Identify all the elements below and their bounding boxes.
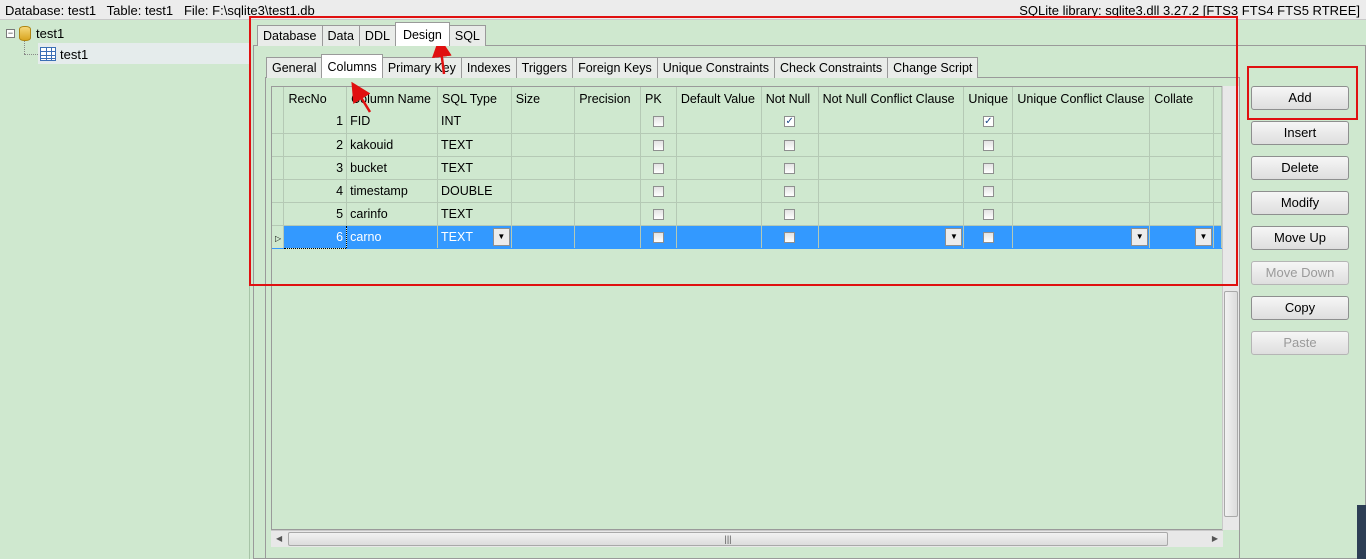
table-icon	[40, 47, 56, 61]
paste-button[interactable]: Paste	[1251, 331, 1349, 355]
insert-button[interactable]: Insert	[1251, 121, 1349, 145]
grid-horizontal-scrollbar[interactable]: ◀ ||| ▶	[271, 530, 1223, 547]
horizontal-scroll-thumb[interactable]: |||	[288, 532, 1168, 546]
collapse-icon[interactable]: −	[6, 28, 15, 38]
database-tree	[0, 20, 250, 559]
move-up-button[interactable]: Move Up	[1251, 226, 1349, 250]
vertical-scroll-thumb[interactable]	[1224, 291, 1238, 517]
copy-button[interactable]: Copy	[1251, 296, 1349, 320]
tab-design[interactable]: Design	[394, 22, 450, 46]
annotation-box-add	[1247, 66, 1358, 120]
tree-node-database-label: test1	[36, 25, 65, 41]
window-edge	[1357, 505, 1366, 559]
scroll-right-icon[interactable]: ▶	[1212, 534, 1218, 543]
arrow-to-columns-tab	[351, 81, 372, 113]
move-down-button[interactable]: Move Down	[1251, 261, 1349, 285]
scroll-left-icon[interactable]: ◀	[276, 534, 282, 543]
tree-node-table[interactable]: test1	[40, 44, 88, 64]
tree-node-database[interactable]: − test1	[6, 23, 64, 43]
tree-connector-line	[24, 54, 38, 55]
tab-columns[interactable]: Columns	[321, 54, 383, 78]
database-icon	[19, 25, 31, 41]
delete-button[interactable]: Delete	[1251, 156, 1349, 180]
tree-node-table-label: test1	[60, 46, 89, 62]
arrow-to-design-tab	[431, 37, 452, 75]
modify-button[interactable]: Modify	[1251, 191, 1349, 215]
